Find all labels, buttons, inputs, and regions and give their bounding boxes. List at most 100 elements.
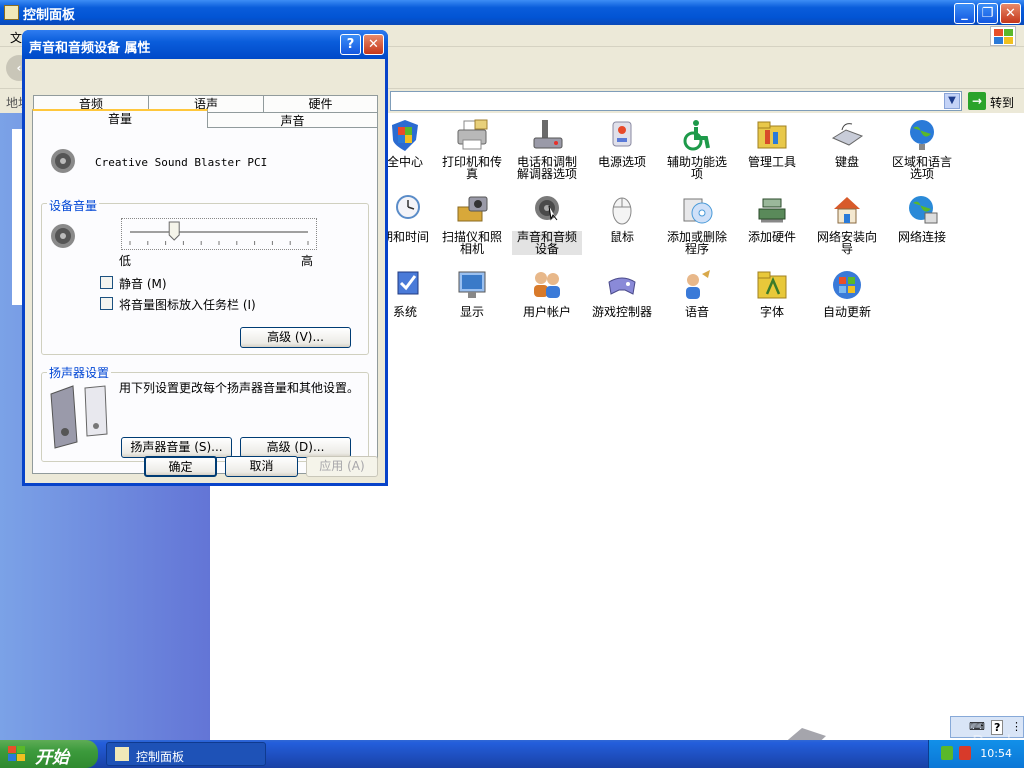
accessibility-icon (680, 118, 714, 152)
apply-button[interactable]: 应用 (A) (306, 456, 378, 477)
cp-item-display[interactable]: 显示 (437, 268, 507, 318)
cp-item-admin-tools[interactable]: 管理工具 (737, 118, 807, 168)
maximize-button[interactable]: ❐ (977, 3, 998, 24)
cp-item-accessibility[interactable]: 辅助功能选项 (662, 118, 732, 180)
windows-update-icon (830, 268, 864, 302)
system-tray: 10:54 (928, 740, 1024, 768)
globe-icon (905, 118, 939, 152)
taskbar-item-control-panel[interactable]: 控制面板 (106, 742, 266, 766)
user-accounts-icon (530, 268, 564, 302)
taskbar: 开始 控制面板 10:54 (0, 740, 1024, 768)
mute-label[interactable]: 静音 (M) (119, 275, 167, 292)
advanced-volume-button[interactable]: 高级 (V)... (240, 327, 351, 348)
volume-slider[interactable] (121, 218, 317, 250)
cp-item-label: 扫描仪和照相机 (441, 230, 502, 256)
cp-item-label: 添加或删除程序 (666, 230, 727, 256)
security-alert-icon[interactable] (959, 746, 971, 760)
help-button[interactable]: ? (340, 34, 361, 55)
cp-item-label: 游戏控制器 (591, 305, 652, 319)
printer-icon (455, 118, 489, 152)
keyboard-icon (830, 118, 864, 152)
cp-item-label: 自动更新 (822, 305, 871, 319)
go-label: 转到 (990, 96, 1015, 110)
cp-item-label: 用户帐户 (522, 305, 571, 319)
mute-checkbox[interactable] (100, 276, 113, 289)
cp-item-power[interactable]: 电源选项 (587, 118, 657, 168)
security-center-icon (388, 118, 422, 152)
tray-icon-checkbox[interactable] (100, 297, 113, 310)
cp-item-label: 字体 (759, 305, 784, 319)
cp-item-scanners[interactable]: 扫描仪和照相机 (437, 193, 507, 255)
cp-item-label: 辅助功能选项 (666, 155, 727, 181)
cancel-button[interactable]: 取消 (225, 456, 298, 477)
dialog-title-bar[interactable]: 声音和音频设备 属性 ? ✕ (22, 30, 388, 59)
menu-file[interactable]: 文 (10, 29, 22, 46)
speaker-icon (530, 193, 564, 227)
admin-tools-icon (755, 118, 789, 152)
cp-item-label: 区域和语言选项 (891, 155, 952, 181)
address-input[interactable]: ▼ (390, 91, 962, 111)
cp-item-network-connections[interactable]: 网络连接 (887, 193, 957, 243)
cp-item-label: 声音和音频设备 (512, 231, 582, 255)
fonts-icon (755, 268, 789, 302)
cp-item-speech[interactable]: 语音 (662, 268, 732, 318)
main-close-button[interactable]: ✕ (1000, 3, 1021, 24)
cp-item-fonts[interactable]: 字体 (737, 268, 807, 318)
dialog-close-button[interactable]: ✕ (363, 34, 384, 55)
main-title-bar[interactable]: 控制面板 _ ❐ ✕ (0, 0, 1024, 25)
network-setup-icon (830, 193, 864, 227)
tab-hardware[interactable]: 硬件 (263, 95, 378, 112)
cp-item-label: 电源选项 (597, 155, 646, 169)
network-tray-icon[interactable] (941, 746, 953, 760)
cp-item-add-hardware[interactable]: 添加硬件 (737, 193, 807, 243)
cp-item-label: 电话和调制解调器选项 (516, 155, 577, 181)
cp-item-printers[interactable]: 打印机和传真 (437, 118, 507, 180)
speakers-icon (49, 384, 111, 450)
cp-item-label: 鼠标 (609, 230, 634, 244)
power-options-icon (605, 118, 639, 152)
volume-speaker-icon (47, 220, 79, 252)
minimize-button[interactable]: _ (954, 3, 975, 24)
cp-item-label: 添加硬件 (747, 230, 796, 244)
slider-high-label: 高 (301, 254, 314, 268)
cp-item-phone-modem[interactable]: 电话和调制解调器选项 (512, 118, 582, 180)
go-arrow-icon: → (968, 92, 986, 110)
address-dropdown-icon[interactable]: ▼ (944, 93, 960, 109)
cp-item-label: 网络安装向导 (816, 230, 877, 256)
cp-item-label: 键盘 (834, 155, 859, 169)
cp-item-add-remove[interactable]: 添加或删除程序 (662, 193, 732, 255)
clock[interactable]: 10:54 (980, 747, 1012, 760)
speaker-settings-label: 扬声器设置 (47, 364, 112, 381)
scanner-camera-icon (455, 193, 489, 227)
cp-item-sound-audio[interactable]: 声音和音频设备 (512, 193, 582, 255)
speaker-description: 用下列设置更改每个扬声器音量和其他设置。 (119, 381, 360, 395)
cp-item-keyboard[interactable]: 键盘 (812, 118, 882, 168)
cp-item-mouse[interactable]: 鼠标 (587, 193, 657, 243)
cp-item-label: 语音 (684, 305, 709, 319)
cp-item-network-setup[interactable]: 网络安装向导 (812, 193, 882, 255)
cp-item-regional[interactable]: 区域和语言选项 (887, 118, 957, 180)
dialog-body: 音频 语声 硬件 音量 声音 Creative Sound Blaster PC… (25, 59, 385, 483)
add-remove-programs-icon (680, 193, 714, 227)
start-button[interactable]: 开始 (0, 740, 98, 768)
ok-button[interactable]: 确定 (144, 456, 217, 477)
volume-tab-panel: Creative Sound Blaster PCI 设备音量 低 高 静音 (… (32, 127, 378, 474)
cp-item-label: 打印机和传真 (441, 155, 502, 181)
go-button[interactable]: → 转到 (968, 91, 1020, 111)
cp-item-label: 网络连接 (897, 230, 946, 244)
device-volume-label: 设备音量 (47, 197, 100, 214)
slider-thumb[interactable] (168, 221, 180, 241)
cp-item-automatic-updates[interactable]: 自动更新 (812, 268, 882, 318)
windows-flag-icon (8, 746, 25, 761)
dialog-title: 声音和音频设备 属性 (29, 41, 151, 56)
cp-item-label: 显示 (459, 305, 484, 319)
speaker-volume-button[interactable]: 扬声器音量 (S)... (121, 437, 232, 458)
cp-item-game-controllers[interactable]: 游戏控制器 (587, 268, 657, 318)
tab-volume[interactable]: 音量 (32, 109, 208, 128)
main-window-title: 控制面板 (23, 8, 76, 23)
device-name: Creative Sound Blaster PCI (95, 156, 268, 169)
tray-icon-label[interactable]: 将音量图标放入任务栏 (I) (119, 296, 256, 313)
cp-item-user-accounts[interactable]: 用户帐户 (512, 268, 582, 318)
advanced-speaker-button[interactable]: 高级 (D)... (240, 437, 351, 458)
mouse-icon (605, 193, 639, 227)
